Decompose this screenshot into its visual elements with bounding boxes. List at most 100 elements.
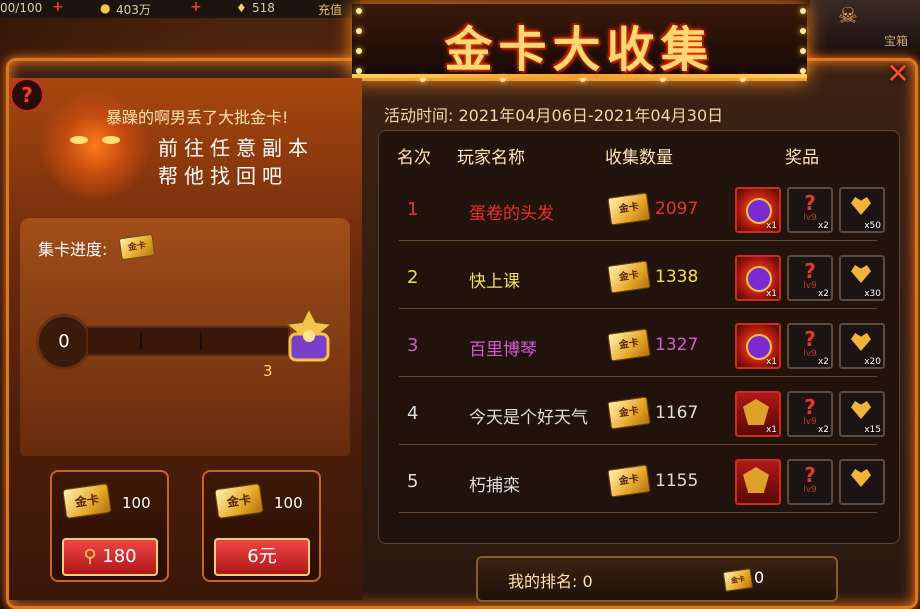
buy-option-1: 金卡 100 ⚲ 180: [50, 470, 169, 582]
coin-value: 403万: [116, 3, 151, 17]
buy-with-gems-button[interactable]: ⚲ 180: [62, 538, 158, 576]
status-bar: 00/100 + ● 403万 + ♦ 518 充值: [0, 0, 360, 18]
add-coin-icon[interactable]: +: [190, 0, 202, 15]
progress-label: 集卡进度:: [38, 240, 108, 259]
my-rank-bar: 我的排名: 0 金卡 0: [476, 556, 838, 602]
prize-item[interactable]: ? lv9: [787, 459, 833, 505]
progress-value: 0: [36, 314, 92, 370]
prize-quantity: x1: [765, 289, 777, 299]
prize-item[interactable]: [735, 459, 781, 505]
buy-quantity: 100: [122, 494, 151, 512]
prize-quantity: x2: [817, 357, 829, 367]
row-divider: [399, 308, 877, 309]
header-rank: 名次: [397, 148, 431, 168]
prize-quantity: x2: [817, 221, 829, 231]
prize-item[interactable]: x15: [839, 391, 885, 437]
prize-quantity: x50: [864, 221, 881, 231]
badge-reward-icon: [743, 399, 769, 425]
buy-with-money-button[interactable]: 6元: [214, 538, 310, 576]
mystery-box-icon: ?: [804, 463, 816, 487]
story-line-3: 帮他找回吧: [158, 164, 288, 188]
collect-count: 2097: [655, 199, 699, 219]
rank-number: 2: [407, 267, 419, 288]
heart-item-icon: [851, 265, 871, 283]
row-divider: [399, 376, 877, 377]
prize-item[interactable]: x1: [735, 187, 781, 233]
table-row[interactable]: 3 百里博琴 金卡 1327 x1 ? lv9 x2 x20: [385, 315, 891, 377]
treasure-chest-shortcut[interactable]: ☠ 宝箱: [810, 0, 920, 52]
player-name: 快上课: [469, 272, 520, 292]
prize-quantity: x20: [864, 357, 881, 367]
table-row[interactable]: 2 快上课 金卡 1338 x1 ? lv9 x2 x30: [385, 247, 891, 309]
recharge-link[interactable]: 充值: [318, 1, 342, 18]
prize-quantity: x2: [817, 289, 829, 299]
level-label: lv9: [803, 485, 817, 495]
gold-card-icon: 金卡: [607, 464, 651, 498]
prize-item[interactable]: x1: [735, 323, 781, 369]
gold-card-icon: 金卡: [214, 482, 264, 520]
coin-icon: ●: [100, 1, 111, 15]
prize-quantity: x15: [864, 425, 881, 435]
collect-count: 1327: [655, 335, 699, 355]
gold-card-icon: 金卡: [118, 233, 156, 261]
prize-quantity: x2: [817, 425, 829, 435]
prize-item[interactable]: x30: [839, 255, 885, 301]
gold-card-icon: 金卡: [607, 260, 651, 294]
event-time: 活动时间: 2021年04月06日-2021年04月30日: [384, 106, 724, 125]
my-card-count: 0: [754, 568, 765, 587]
story-line-2: 前往任意副本: [158, 136, 314, 160]
heart-item-icon: [851, 401, 871, 419]
prize-quantity: x1: [765, 357, 777, 367]
player-name: 朽捕栾: [469, 476, 520, 496]
table-row[interactable]: 4 今天是个好天气 金卡 1167 x1 ? lv9 x2 x15: [385, 383, 891, 445]
progress-bar: [86, 326, 290, 356]
rank-number: 1: [407, 199, 419, 220]
gold-card-icon: 金卡: [607, 192, 651, 226]
prize-item[interactable]: ? lv9 x2: [787, 391, 833, 437]
mystery-box-icon: ?: [804, 191, 816, 215]
trophy-count: 3: [263, 362, 273, 380]
prize-item[interactable]: ? lv9 x2: [787, 255, 833, 301]
heart-item-icon: [851, 197, 871, 215]
prize-quantity: x1: [765, 221, 777, 231]
mystery-box-icon: ?: [804, 259, 816, 283]
gold-card-icon: 金卡: [62, 482, 112, 520]
player-name: 百里博琴: [469, 340, 537, 360]
leaderboard-table: 名次 玩家名称 收集数量 奖品 1 蛋卷的头发 金卡 2097 x1? lv9 x2 x50 2…: [378, 130, 900, 544]
prize-quantity: x1: [765, 425, 777, 435]
header-player: 玩家名称: [457, 148, 525, 168]
prize-item[interactable]: x50: [839, 187, 885, 233]
table-row[interactable]: 1 蛋卷的头发 金卡 2097 x1 ? lv9 x2 x50: [385, 179, 891, 241]
player-name: 今天是个好天气: [469, 408, 588, 428]
rank-number: 5: [407, 471, 419, 492]
collect-count: 1155: [655, 471, 699, 491]
help-button[interactable]: ?: [10, 78, 44, 112]
rank-number: 4: [407, 403, 419, 424]
add-stamina-icon[interactable]: +: [52, 0, 64, 15]
my-rank-label: 我的排名: 0: [508, 572, 593, 591]
prize-item[interactable]: [839, 459, 885, 505]
gem-icon: ♦: [236, 1, 247, 15]
treasure-label: 宝箱: [884, 34, 909, 48]
header-count: 收集数量: [605, 148, 673, 168]
skull-icon: ☠: [838, 4, 858, 29]
heart-item-icon: [851, 333, 871, 351]
prize-item[interactable]: x20: [839, 323, 885, 369]
row-divider: [399, 240, 877, 241]
heart-item-icon: [851, 469, 871, 487]
event-title: 金卡大收集: [444, 22, 715, 78]
gem-icon: ⚲: [83, 546, 97, 567]
prize-item[interactable]: x1: [735, 391, 781, 437]
story-line-1: 暴躁的啊男丢了大批金卡!: [106, 108, 289, 127]
prize-item[interactable]: x1: [735, 255, 781, 301]
gold-card-icon: 金卡: [607, 396, 651, 430]
table-row[interactable]: 5 朽捕栾 金卡 1155? lv9: [385, 451, 891, 513]
prize-item[interactable]: ? lv9 x2: [787, 323, 833, 369]
row-divider: [399, 444, 877, 445]
close-button[interactable]: ✕: [884, 60, 912, 88]
gold-card-icon: 金卡: [722, 568, 754, 592]
stamina-value: 00/100: [0, 1, 43, 15]
gem-value: 518: [252, 1, 275, 15]
trophy-reward-icon[interactable]: [272, 306, 346, 366]
prize-item[interactable]: ? lv9 x2: [787, 187, 833, 233]
